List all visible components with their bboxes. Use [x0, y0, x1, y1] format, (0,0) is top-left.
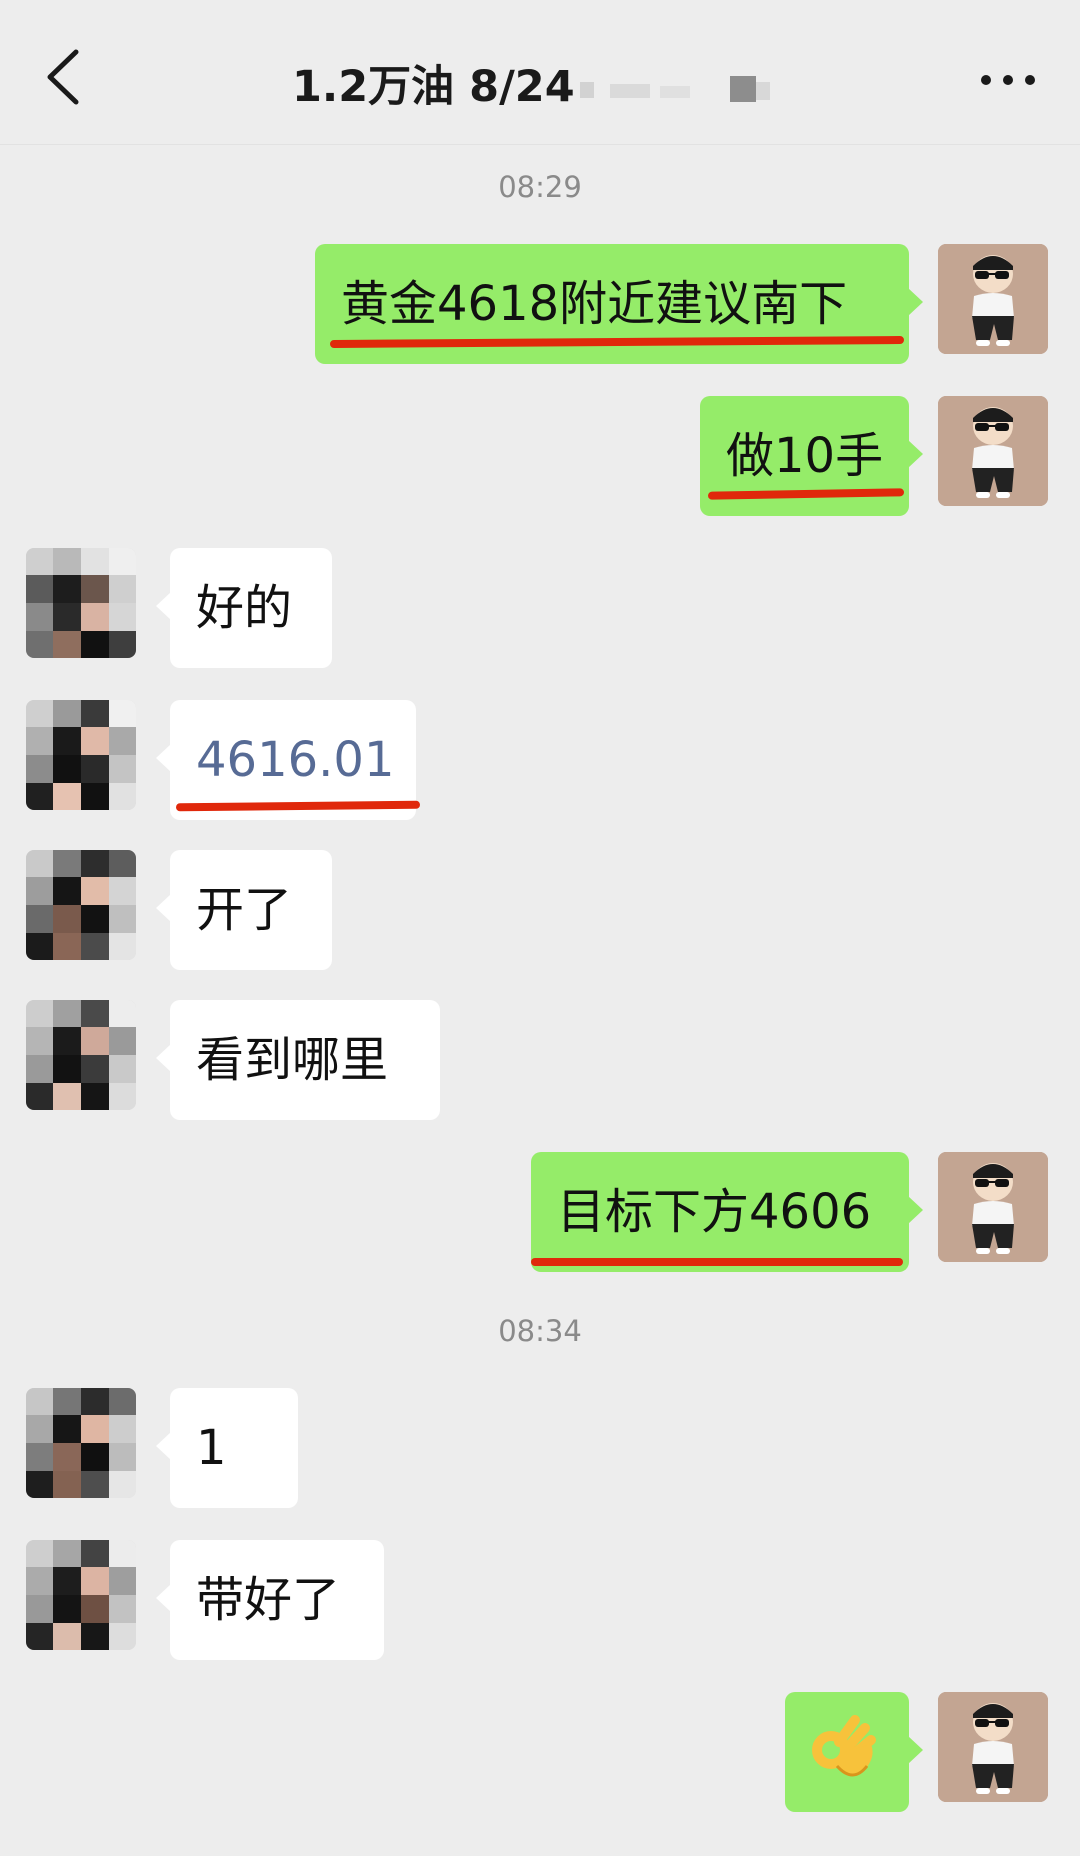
- message-text: 好的: [196, 580, 293, 636]
- pixelated-avatar-icon: [26, 1388, 136, 1498]
- contact-message-bubble[interactable]: 带好了: [156, 1540, 384, 1660]
- my-avatar[interactable]: [938, 244, 1048, 354]
- cartoon-boy-avatar-icon: [938, 244, 1048, 354]
- message-text: 开了: [196, 882, 293, 938]
- message-text: 目标下方4606: [557, 1184, 872, 1240]
- contact-avatar-pixelated[interactable]: [26, 850, 136, 960]
- contact-message-bubble[interactable]: 看到哪里: [156, 1000, 440, 1120]
- contact-avatar-pixelated[interactable]: [26, 700, 136, 810]
- message-link-text[interactable]: 4616.01: [196, 732, 395, 788]
- contact-avatar-pixelated[interactable]: [26, 1540, 136, 1650]
- my-message-bubble[interactable]: [785, 1692, 923, 1812]
- red-underline-annotation: [531, 1258, 903, 1266]
- message-text: 带好了: [196, 1572, 341, 1628]
- my-avatar[interactable]: [938, 396, 1048, 506]
- contact-message-bubble[interactable]: 好的: [156, 548, 332, 668]
- contact-avatar-pixelated[interactable]: [26, 548, 136, 658]
- pixelated-avatar-icon: [26, 850, 136, 960]
- ok-hand-emoji-icon: [812, 1715, 876, 1777]
- contact-message-bubble[interactable]: 1: [156, 1388, 298, 1508]
- message-text: 做10手: [726, 428, 884, 484]
- chat-title: 1.2万油 8/24: [292, 62, 575, 112]
- contact-avatar-pixelated[interactable]: [26, 1388, 136, 1498]
- timestamp: 08:29: [498, 170, 582, 204]
- pixelated-avatar-icon: [26, 548, 136, 658]
- chat-header: 1.2万油 8/24: [0, 0, 1080, 145]
- message-text: 1: [196, 1420, 227, 1476]
- cartoon-boy-avatar-icon: [938, 396, 1048, 506]
- title-redaction-blur: [580, 76, 770, 102]
- back-arrow-icon[interactable]: [40, 46, 90, 108]
- my-avatar[interactable]: [938, 1152, 1048, 1262]
- pixelated-avatar-icon: [26, 1000, 136, 1110]
- cartoon-boy-avatar-icon: [938, 1152, 1048, 1262]
- message-text: 黄金4618附近建议南下: [341, 276, 848, 332]
- pixelated-avatar-icon: [26, 700, 136, 810]
- my-message-bubble[interactable]: 目标下方4606: [531, 1152, 923, 1272]
- timestamp: 08:34: [498, 1314, 582, 1348]
- more-options-icon[interactable]: [978, 64, 1038, 96]
- message-text: 看到哪里: [196, 1032, 389, 1088]
- my-avatar[interactable]: [938, 1692, 1048, 1802]
- pixelated-avatar-icon: [26, 1540, 136, 1650]
- cartoon-boy-avatar-icon: [938, 1692, 1048, 1802]
- contact-avatar-pixelated[interactable]: [26, 1000, 136, 1110]
- contact-message-bubble[interactable]: 开了: [156, 850, 332, 970]
